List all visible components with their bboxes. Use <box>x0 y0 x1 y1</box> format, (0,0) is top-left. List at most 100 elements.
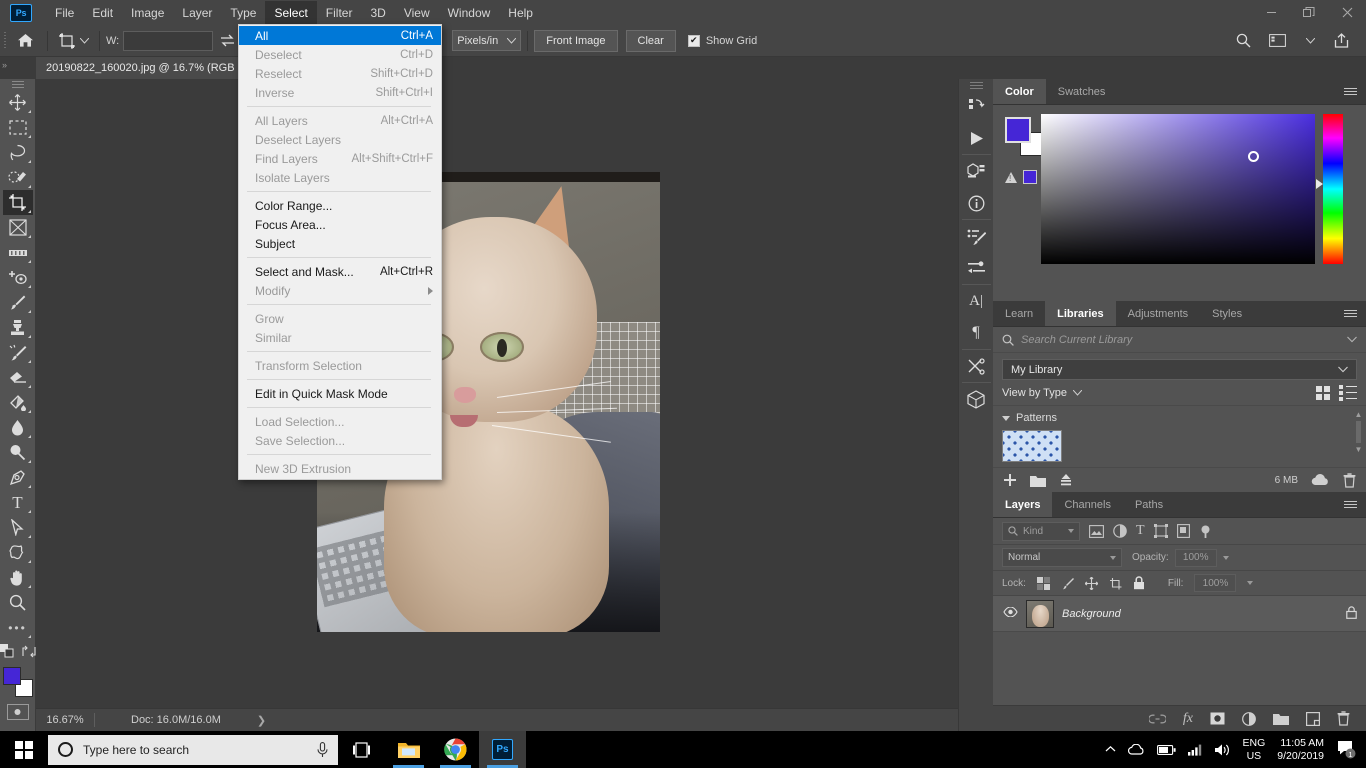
brush-settings-icon[interactable] <box>961 220 992 252</box>
toolbar-grip[interactable] <box>11 81 24 90</box>
add-layer-mask-icon[interactable] <box>1210 712 1225 725</box>
menu-3d[interactable]: 3D <box>361 1 394 25</box>
tab-channels[interactable]: Channels <box>1052 492 1123 517</box>
layer-style-fx-icon[interactable]: fx <box>1183 711 1193 727</box>
start-icon[interactable] <box>0 731 48 768</box>
options-bar-grip[interactable] <box>0 30 10 52</box>
menu-file[interactable]: File <box>46 1 83 25</box>
custom-shape-tool[interactable] <box>3 540 33 565</box>
panel-menu-icon[interactable] <box>1335 79 1366 104</box>
menu-select[interactable]: Select <box>265 0 317 25</box>
eraser-tool[interactable] <box>3 365 33 390</box>
spot-healing-brush-tool[interactable] <box>3 265 33 290</box>
document-tab[interactable]: 20190822_160020.jpg @ 16.7% (RGB <box>36 57 246 79</box>
gamut-color-swatch[interactable] <box>1023 170 1037 184</box>
menu-item-deselect[interactable]: Deselect Ctrl+D <box>239 45 441 64</box>
menu-layer[interactable]: Layer <box>173 1 221 25</box>
menu-item-modify[interactable]: Modify <box>239 281 441 300</box>
3d-panel-icon[interactable] <box>961 155 992 187</box>
tab-layers[interactable]: Layers <box>993 492 1053 517</box>
clear-button[interactable]: Clear <box>625 29 676 52</box>
panel-menu-icon[interactable] <box>1335 492 1366 517</box>
menu-edit[interactable]: Edit <box>83 1 122 25</box>
trash-icon[interactable] <box>1343 472 1356 488</box>
type-tool[interactable]: T <box>3 490 33 515</box>
rectangular-marquee-tool[interactable] <box>3 115 33 140</box>
canvas-area[interactable] <box>36 79 958 708</box>
scroll-down-icon[interactable]: ▼ <box>1354 445 1363 454</box>
cloud-icon[interactable] <box>1311 474 1330 486</box>
shape-filter-icon[interactable] <box>1153 524 1168 538</box>
new-group-icon[interactable] <box>1273 712 1289 725</box>
chevron-right-icon[interactable]: ❯ <box>257 714 266 727</box>
layer-name[interactable]: Background <box>1062 608 1338 620</box>
chevron-down-icon[interactable] <box>1247 581 1254 585</box>
volume-icon[interactable] <box>1214 743 1231 757</box>
swap-colors-icon[interactable] <box>21 645 36 661</box>
layer-lock-icon[interactable] <box>1346 605 1357 622</box>
chevron-down-icon[interactable] <box>1297 29 1323 53</box>
minimize-button[interactable] <box>1252 0 1290 25</box>
google-chrome-icon[interactable] <box>432 731 479 768</box>
add-icon[interactable] <box>1003 473 1017 487</box>
library-group-patterns[interactable]: Patterns <box>1002 412 1357 424</box>
tab-paths[interactable]: Paths <box>1122 492 1176 517</box>
foreground-color-swatch[interactable] <box>2 667 21 685</box>
quick-selection-tool[interactable] <box>3 165 33 190</box>
front-image-button[interactable]: Front Image <box>534 29 618 52</box>
info-icon[interactable] <box>961 187 992 219</box>
character-icon[interactable]: A| <box>961 285 992 317</box>
tool-preset-picker[interactable] <box>54 28 93 54</box>
tab-adjustments[interactable]: Adjustments <box>1115 301 1201 326</box>
pixel-filter-icon[interactable] <box>1089 524 1104 538</box>
history-icon[interactable] <box>961 90 992 122</box>
timeline-icon[interactable] <box>961 350 992 382</box>
menu-item-focus-area[interactable]: Focus Area... <box>239 215 441 234</box>
menu-item-deselect-layers[interactable]: Deselect Layers <box>239 130 441 149</box>
menu-view[interactable]: View <box>395 1 439 25</box>
tab-color[interactable]: Color <box>993 79 1046 104</box>
layer-row-background[interactable]: Background <box>993 596 1366 632</box>
lock-all-icon[interactable] <box>1133 576 1145 590</box>
layer-visibility-eye-icon[interactable] <box>1002 606 1018 620</box>
library-search-input[interactable] <box>1021 333 1340 346</box>
view-mode-label[interactable]: View by Type <box>1002 387 1067 399</box>
smart-object-filter-icon[interactable] <box>1176 524 1190 538</box>
dodge-tool[interactable] <box>3 440 33 465</box>
menu-item-color-range[interactable]: Color Range... <box>239 196 441 215</box>
panel-menu-icon[interactable] <box>1335 301 1366 326</box>
tool-presets-icon[interactable] <box>961 252 992 284</box>
lock-image-icon[interactable] <box>1061 577 1074 590</box>
lock-transparency-icon[interactable] <box>1036 576 1050 590</box>
menu-item-load-selection[interactable]: Load Selection... <box>239 412 441 431</box>
menu-item-reselect[interactable]: Reselect Shift+Ctrl+D <box>239 64 441 83</box>
menu-help[interactable]: Help <box>499 1 542 25</box>
chevron-down-icon[interactable] <box>1222 555 1229 560</box>
lock-artboard-icon[interactable] <box>1109 577 1122 590</box>
menu-item-similar[interactable]: Similar <box>239 328 441 347</box>
menu-image[interactable]: Image <box>122 1 173 25</box>
link-layers-icon[interactable] <box>1148 714 1166 724</box>
grid-view-icon[interactable] <box>1316 385 1330 400</box>
menu-item-find-layers[interactable]: Find Layers Alt+Shift+Ctrl+F <box>239 149 441 168</box>
photoshop-taskbar-icon[interactable]: Ps <box>479 731 526 768</box>
opacity-value[interactable]: 100% <box>1174 548 1217 567</box>
hue-slider-handle[interactable] <box>1316 179 1323 189</box>
brush-tool[interactable] <box>3 290 33 315</box>
workspace-icon[interactable] <box>1262 29 1293 53</box>
lasso-tool[interactable] <box>3 140 33 165</box>
menu-item-inverse[interactable]: Inverse Shift+Ctrl+I <box>239 83 441 102</box>
menu-filter[interactable]: Filter <box>317 1 362 25</box>
layer-filter-kind-select[interactable]: Kind <box>1002 521 1080 541</box>
list-view-icon[interactable] <box>1339 383 1357 403</box>
zoom-tool[interactable] <box>3 590 33 615</box>
path-selection-tool[interactable] <box>3 515 33 540</box>
tab-swatches[interactable]: Swatches <box>1045 79 1118 104</box>
file-explorer-icon[interactable] <box>385 731 432 768</box>
blend-mode-select[interactable]: Normal <box>1002 548 1122 567</box>
menu-item-grow[interactable]: Grow <box>239 309 441 328</box>
default-colors-icon[interactable] <box>0 644 14 661</box>
move-tool[interactable] <box>3 90 33 115</box>
tab-learn[interactable]: Learn <box>993 301 1046 326</box>
color-swatches[interactable] <box>2 667 33 697</box>
